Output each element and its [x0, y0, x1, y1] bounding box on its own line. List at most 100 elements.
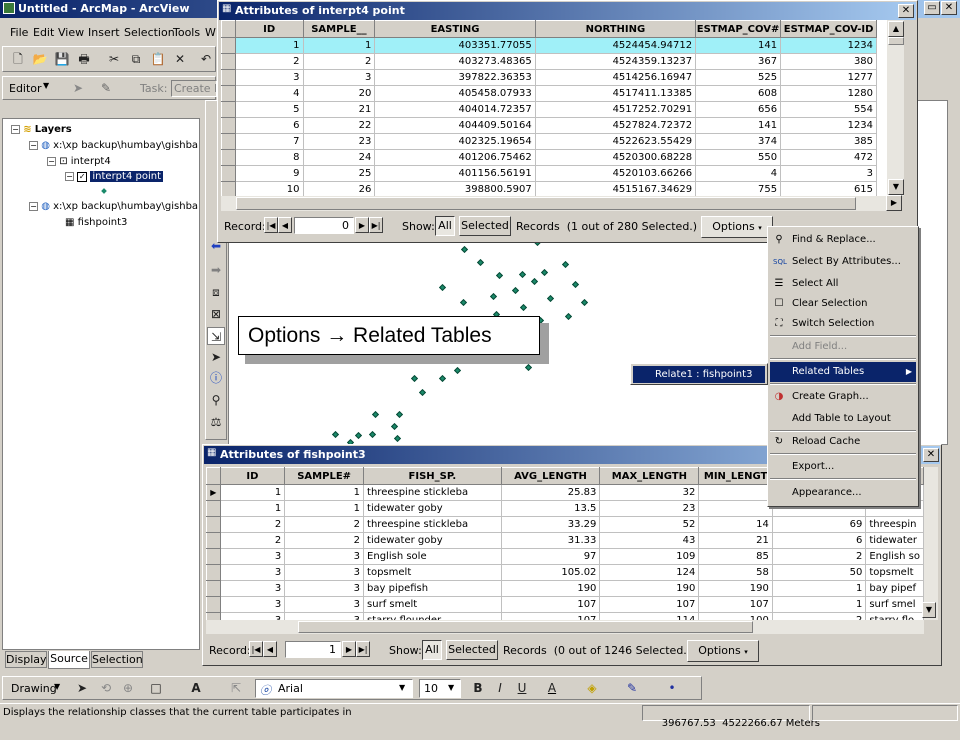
restore-button[interactable]: ▭ — [924, 1, 940, 15]
row-selector[interactable] — [206, 500, 221, 517]
table-cell[interactable]: 1 — [284, 484, 365, 501]
column-header[interactable]: ESTMAP_COV# — [695, 20, 782, 38]
first-record-button[interactable]: |◀ — [264, 217, 278, 233]
underline-icon[interactable]: U — [513, 679, 531, 697]
table-cell[interactable]: threespine stickleba — [363, 484, 502, 501]
table-cell[interactable]: 4520300.68228 — [535, 149, 697, 166]
menu-appearance[interactable]: Appearance... — [770, 483, 916, 503]
row-selector[interactable] — [221, 133, 236, 150]
next-record-button[interactable]: ▶ — [355, 217, 369, 233]
table-cell[interactable]: 9 — [235, 165, 304, 182]
table-row[interactable]: 2 2 tidewater goby 31.33 43 21 6 tidewater — [206, 532, 924, 549]
row-selector[interactable] — [206, 580, 221, 597]
table-cell[interactable]: 1234 — [780, 37, 878, 54]
table-cell[interactable]: 401156.56191 — [374, 165, 536, 182]
collapse-icon[interactable]: − — [29, 141, 38, 150]
menu-related-tables[interactable]: Related Tables ▶ — [770, 362, 916, 382]
table-cell[interactable]: 50 — [772, 564, 867, 581]
paste-icon[interactable]: 📋 — [149, 50, 167, 68]
row-selector[interactable]: ▶ — [206, 484, 221, 501]
table-cell[interactable]: 100 — [698, 612, 773, 620]
table-cell[interactable]: 43 — [599, 532, 700, 549]
sketch-tool-icon[interactable]: ✎ — [97, 79, 115, 97]
menu-find-replace[interactable]: ⚲ Find & Replace... — [770, 230, 916, 250]
drawing-menu[interactable]: Drawing — [11, 682, 57, 695]
table-cell[interactable]: 3 — [303, 69, 376, 86]
table-row[interactable]: 3 3 surf smelt 107 107 107 1 surf smel — [206, 596, 924, 613]
open-icon[interactable]: 📂 — [31, 50, 49, 68]
menu-selection[interactable]: Selection — [124, 26, 175, 39]
table-cell[interactable]: 5 — [235, 101, 304, 118]
row-selector[interactable] — [206, 548, 221, 565]
table-row[interactable]: 2 2 threespine stickleba 33.29 52 14 69 threesp… — [206, 516, 924, 533]
marker-color-icon[interactable]: • — [663, 679, 681, 697]
row-selector[interactable] — [206, 596, 221, 613]
menu-view[interactable]: View — [58, 26, 84, 39]
prev-record-button[interactable]: ◀ — [278, 217, 292, 233]
row-selector[interactable] — [221, 181, 236, 196]
workspace-node-1[interactable]: − ◍ x:\xp backup\humbay\gishba — [29, 140, 198, 151]
table-cell[interactable]: 85 — [698, 548, 773, 565]
row-selector[interactable] — [206, 612, 221, 620]
table-cell[interactable]: surf smel — [865, 596, 924, 613]
table-cell[interactable]: 105.02 — [501, 564, 601, 581]
table-cell[interactable]: 398800.5907 — [374, 181, 536, 196]
menu-insert[interactable]: Insert — [88, 26, 120, 39]
fish-record-field[interactable]: 1 — [285, 641, 341, 658]
menu-select-all[interactable]: ☰ Select All — [770, 274, 916, 294]
table-cell[interactable]: 374 — [695, 133, 782, 150]
table-row[interactable]: 1 1 403351.77055 4524454.94712 141 1234 — [221, 37, 887, 54]
table-cell[interactable]: 3 — [220, 548, 286, 565]
column-header[interactable]: MAX_LENGTH — [599, 467, 700, 485]
table-cell[interactable]: 24 — [303, 149, 376, 166]
table-row[interactable]: 5 21 404014.72357 4517252.70291 656 554 — [221, 101, 887, 118]
layer-node-interpt4[interactable]: − ⊡ interpt4 — [47, 156, 111, 167]
fish-next-record-button[interactable]: ▶ — [342, 641, 356, 657]
table-cell[interactable]: 2 — [284, 516, 365, 533]
table-cell[interactable]: 4522623.55429 — [535, 133, 697, 150]
table-cell[interactable]: 7 — [235, 133, 304, 150]
table-row[interactable]: 3 3 397822.36353 4514256.16947 525 1277 — [221, 69, 887, 86]
select-elements-icon[interactable]: ⇲ — [207, 327, 225, 345]
table-cell[interactable]: 4 — [695, 165, 782, 182]
table-row[interactable]: 3 3 bay pipefish 190 190 190 1 bay pipef — [206, 580, 924, 597]
table-cell[interactable]: 1280 — [780, 85, 878, 102]
layer-node-interpt4-point[interactable]: − ✓ interpt4 point — [65, 171, 163, 182]
table-cell[interactable]: 3 — [220, 596, 286, 613]
column-header[interactable]: AVG_LENGTH — [500, 467, 601, 485]
table-cell[interactable]: 4517252.70291 — [535, 101, 697, 118]
fish-scroll-down-icon[interactable]: ▼ — [922, 602, 936, 618]
collapse-icon[interactable]: − — [65, 172, 74, 181]
font-color-icon[interactable]: A — [543, 679, 561, 697]
fish-last-record-button[interactable]: ▶| — [356, 641, 370, 657]
table-cell[interactable]: 21 — [303, 101, 376, 118]
column-header[interactable]: ID — [219, 467, 286, 485]
table-cell[interactable]: 107 — [599, 596, 700, 613]
table-cell[interactable]: 10 — [235, 181, 304, 196]
row-selector[interactable] — [221, 37, 236, 54]
table-cell[interactable]: 3 — [284, 612, 365, 620]
table-cell[interactable]: 2 — [284, 532, 365, 549]
table-cell[interactable]: 190 — [501, 580, 601, 597]
record-field[interactable]: 0 — [294, 217, 354, 234]
table-cell[interactable]: 608 — [695, 85, 782, 102]
table-cell[interactable]: 397822.36353 — [374, 69, 536, 86]
table-cell[interactable]: 31.33 — [501, 532, 601, 549]
visibility-checkbox[interactable]: ✓ — [77, 172, 88, 182]
delete-icon[interactable]: ✕ — [171, 50, 189, 68]
pointer-icon[interactable]: ➤ — [207, 348, 225, 366]
table-cell[interactable]: 525 — [695, 69, 782, 86]
table-cell[interactable]: 1 — [772, 596, 867, 613]
table-cell[interactable]: 2 — [220, 532, 286, 549]
table-row[interactable]: 10 26 398800.5907 4515167.34629 755 615 — [221, 181, 887, 196]
rectangle-icon[interactable]: □ — [147, 679, 165, 697]
close-attributes-button[interactable]: ✕ — [898, 4, 914, 18]
table-cell[interactable]: 755 — [695, 181, 782, 196]
row-selector[interactable] — [221, 53, 236, 70]
table-cell[interactable]: 3 — [284, 564, 365, 581]
submenu-relate1-fishpoint3[interactable]: Relate1 : fishpoint3 — [633, 366, 765, 383]
table-cell[interactable]: 1 — [772, 580, 867, 597]
workspace-node-2[interactable]: − ◍ x:\xp backup\humbay\gishba — [29, 201, 198, 212]
menu-edit[interactable]: Edit — [33, 26, 54, 39]
text-icon[interactable]: A — [187, 679, 205, 697]
